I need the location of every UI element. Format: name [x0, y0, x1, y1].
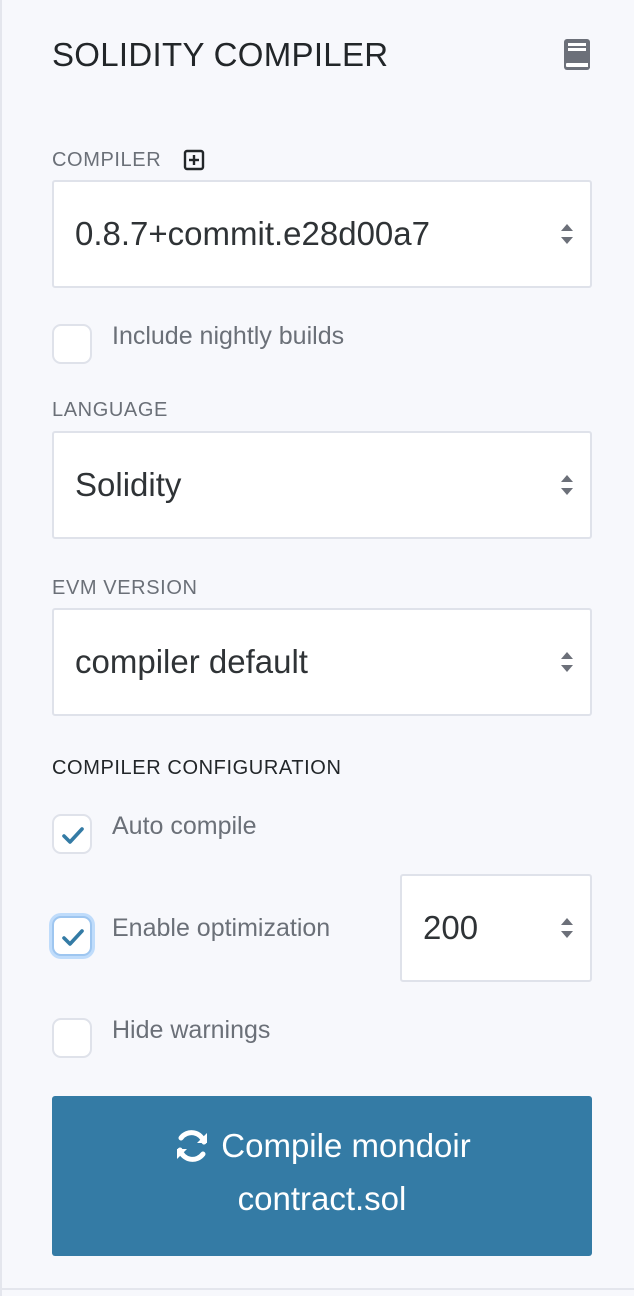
optimization-runs-input[interactable]: 200 — [400, 874, 592, 982]
language-label: LANGUAGE — [52, 399, 168, 421]
hide-warnings-label: Hide warnings — [112, 1016, 271, 1044]
language-select[interactable]: Solidity — [52, 431, 592, 539]
hide-warnings-checkbox[interactable] — [52, 1018, 92, 1058]
compiler-label: COMPILER — [52, 149, 162, 171]
enable-optimization-label: Enable optimization — [112, 914, 331, 942]
auto-compile-checkbox[interactable] — [52, 814, 92, 854]
optimization-runs-value: 200 — [423, 909, 479, 946]
panel-title: SOLIDITY COMPILER — [52, 36, 389, 73]
stepper-arrows-icon[interactable] — [560, 914, 574, 942]
evm-version-label: EVM VERSION — [52, 577, 198, 599]
evm-version-select[interactable]: compiler default — [52, 608, 592, 716]
language-value: Solidity — [75, 466, 182, 503]
select-arrows-icon — [561, 224, 573, 244]
compile-button-label-line2: contract.sol — [237, 1180, 407, 1217]
checkmark-icon — [62, 827, 84, 844]
auto-compile-label: Auto compile — [112, 812, 257, 840]
compiler-version-select[interactable]: 0.8.7+commit.e28d00a7 — [52, 180, 592, 288]
refresh-icon — [177, 1130, 208, 1162]
nightly-builds-checkbox[interactable] — [52, 324, 92, 364]
enable-optimization-checkbox[interactable] — [52, 916, 92, 956]
plus-square-icon[interactable] — [183, 149, 205, 171]
book-icon[interactable] — [562, 38, 592, 72]
checkmark-icon — [62, 929, 84, 946]
compiler-panel: SOLIDITY COMPILER COMPILER 0.8.7+commit.… — [0, 0, 634, 1296]
compile-button[interactable]: Compile mondoir contract.sol — [52, 1096, 592, 1256]
select-arrows-icon — [561, 475, 573, 495]
evm-version-value: compiler default — [75, 643, 308, 680]
nightly-builds-label: Include nightly builds — [112, 322, 345, 350]
bottom-divider — [2, 1288, 634, 1290]
select-arrows-icon — [561, 652, 573, 672]
compiler-configuration-label: COMPILER CONFIGURATION — [52, 757, 342, 779]
compiler-version-value: 0.8.7+commit.e28d00a7 — [75, 215, 430, 252]
compile-button-label-line1: Compile mondoir — [221, 1127, 471, 1164]
